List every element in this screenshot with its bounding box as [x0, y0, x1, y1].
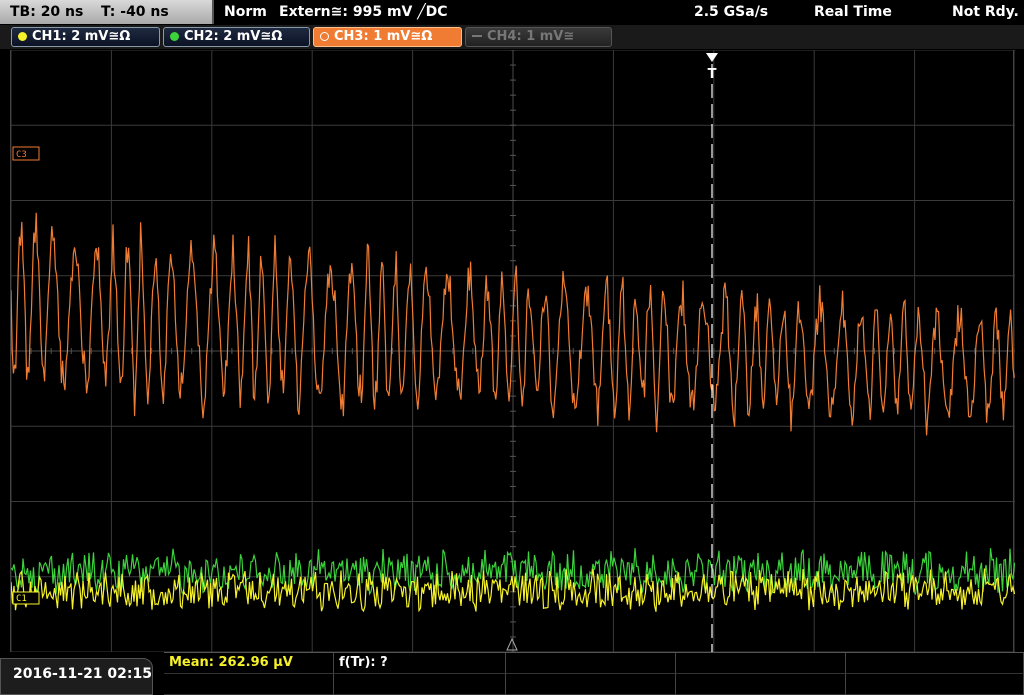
measurement-slot-empty[interactable]	[164, 674, 334, 695]
channel-color-dot	[170, 32, 179, 41]
measurement-slot-empty[interactable]	[506, 653, 676, 674]
datetime-box: 2016-11-21 02:15	[0, 658, 153, 695]
measurement-slot-empty[interactable]	[676, 653, 846, 674]
channel-label: CH4: 1 mV≅	[487, 29, 575, 44]
ground-marker-bottom	[506, 637, 518, 651]
ch3-marker-label: C3	[16, 150, 27, 160]
waveform-display[interactable]: T C3 C1	[10, 50, 1015, 652]
sample-rate: 2.5 GSa/s	[694, 4, 769, 20]
graticule-svg: T C3 C1	[11, 50, 1015, 652]
channel-label: CH2: 2 mV≅Ω	[184, 29, 283, 44]
channel-color-dot	[320, 32, 329, 41]
channel-label: CH1: 2 mV≅Ω	[32, 29, 131, 44]
measurement-slot-empty[interactable]	[506, 674, 676, 695]
channel-label: CH3: 1 mV≅Ω	[334, 29, 433, 44]
measurement-mean-value: Mean: 262.96 μV	[169, 655, 293, 670]
trigger-mode[interactable]: Norm	[224, 0, 267, 24]
trigger-position-label: T	[708, 67, 717, 82]
channel-tab-ch1[interactable]: CH1: 2 mV≅Ω	[11, 27, 160, 47]
channel-off-icon	[472, 35, 482, 37]
acquisition-status: Not Rdy.	[952, 4, 1019, 20]
trigger-source[interactable]: Extern≅: 995 mV ╱DC	[279, 0, 448, 24]
timebase-box[interactable]: TB: 20 ns T: -40 ns	[0, 0, 214, 24]
measurement-ftr-value: f(Tr): ?	[339, 655, 388, 670]
measurement-slot-empty[interactable]	[846, 674, 1024, 695]
measurement-mean[interactable]: Mean: 262.96 μV	[164, 653, 334, 674]
measurement-slot-empty[interactable]	[676, 674, 846, 695]
channel-tab-ch2[interactable]: CH2: 2 mV≅Ω	[163, 27, 310, 47]
datetime-label: 2016-11-21 02:15	[13, 666, 152, 682]
trigger-position-marker	[706, 53, 718, 62]
channel-tab-ch3[interactable]: CH3: 1 mV≅Ω	[313, 27, 462, 47]
measurement-ftr[interactable]: f(Tr): ?	[334, 653, 506, 674]
ch1-marker-label: C1	[16, 594, 27, 604]
bottom-bar: 2016-11-21 02:15 Mean: 262.96 μV f(Tr): …	[0, 652, 1024, 695]
measurement-slot-empty[interactable]	[846, 653, 1024, 674]
channel-tab-ch4[interactable]: CH4: 1 mV≅	[465, 27, 612, 47]
channel-bar: CH1: 2 mV≅Ω CH2: 2 mV≅Ω CH3: 1 mV≅Ω CH4:…	[0, 25, 1024, 49]
status-bar: TB: 20 ns T: -40 ns Norm Extern≅: 995 mV…	[0, 0, 1024, 24]
measurement-panel[interactable]: Mean: 262.96 μV f(Tr): ?	[164, 652, 1024, 695]
ch1-offset-marker: C1	[12, 591, 40, 605]
channel-color-dot	[18, 32, 27, 41]
trigger-time-label: T: -40 ns	[101, 4, 169, 20]
acquisition-mode[interactable]: Real Time	[814, 0, 892, 24]
ch3-offset-marker: C3	[12, 146, 40, 161]
timebase-label: TB: 20 ns	[10, 4, 84, 20]
measurement-slot-empty[interactable]	[334, 674, 506, 695]
